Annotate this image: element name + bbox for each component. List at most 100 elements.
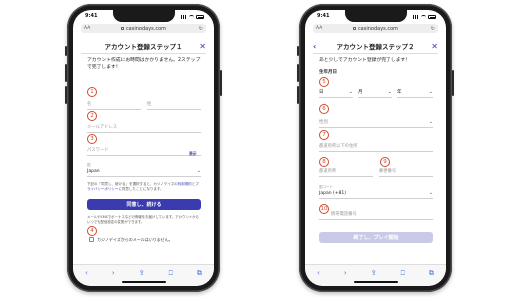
agree-continue-button[interactable]: 同意し、続ける (87, 199, 201, 210)
terms-link[interactable]: 利用規約 (178, 182, 192, 186)
first-name-placeholder: 名 (87, 102, 92, 107)
forward-icon[interactable]: › (344, 269, 347, 277)
prefecture-placeholder: 都道府県 (319, 169, 337, 174)
day-select[interactable]: 日 ⌄ (319, 84, 353, 98)
status-time: 9:41 (85, 13, 98, 19)
back-icon[interactable]: ‹ (317, 269, 320, 277)
bookmarks-icon[interactable]: ⎕ (401, 269, 405, 278)
password-field[interactable]: パスワード (87, 144, 201, 156)
share-icon[interactable]: ⇪ (371, 269, 377, 277)
year-value: 年 (397, 90, 402, 95)
home-indicator (121, 281, 166, 283)
country-code-select[interactable]: 国コード Japan (+81) ⌄ (319, 185, 433, 199)
marker-7: 7 (319, 130, 329, 140)
postal-code-placeholder: 郵便番号 (379, 169, 397, 174)
phone-screen: 9:41 AA casinodays.com ↻ ‹ アカウント登録ステップ２ … (305, 10, 446, 286)
reload-icon[interactable]: ↻ (199, 26, 203, 32)
day-value: 日 (319, 90, 324, 95)
close-icon[interactable]: ✕ (431, 42, 438, 51)
reload-icon[interactable]: ↻ (431, 26, 435, 32)
page-title: アカウント登録ステップ１ (104, 43, 183, 51)
finish-play-button[interactable]: 終了し、プレイ開始 (319, 232, 433, 243)
intro-text: あと少しでアカウント登録が完了します！ (319, 58, 410, 63)
chevron-down-icon: ⌄ (387, 89, 392, 95)
bookmarks-icon[interactable]: ⎕ (169, 269, 173, 278)
lock-icon (352, 27, 356, 30)
marker-2: 2 (87, 111, 97, 121)
month-select[interactable]: 月 ⌄ (358, 84, 392, 98)
chevron-down-icon: ⌄ (428, 89, 433, 95)
address-field[interactable]: 都道府県以下の住所 (319, 140, 433, 152)
country-code-label: 国コード (319, 185, 333, 189)
close-icon[interactable]: ✕ (199, 42, 206, 51)
share-icon[interactable]: ⇪ (139, 269, 145, 277)
home-indicator (353, 281, 398, 283)
phone-mockup-step2: 9:41 AA casinodays.com ↻ ‹ アカウント登録ステップ２ … (297, 4, 454, 292)
country-select[interactable]: 国 Japan ⌄ (87, 163, 201, 177)
marker-4: 4 (87, 226, 97, 236)
status-time: 9:41 (317, 13, 330, 19)
phone-placeholder: 携帯電話番号 (331, 212, 357, 217)
back-arrow-icon[interactable]: ‹ (313, 42, 316, 51)
gender-placeholder: 性別 (319, 120, 328, 125)
tabs-icon[interactable]: ⧉ (197, 269, 202, 278)
marketing-note: メールやSMSでボーナスなどの情報をお届けしています。アカウントからいつでも配信… (87, 215, 199, 224)
modal-header: アカウント登録ステップ１ ✕ (81, 40, 207, 52)
dob-label: 生年月日 (319, 70, 337, 75)
battery-icon (196, 15, 204, 19)
wifi-icon (421, 15, 426, 19)
country-code-value: Japan (+81) (319, 191, 346, 196)
marker-3: 3 (87, 134, 97, 144)
last-name-field[interactable]: 姓 (147, 98, 201, 110)
chevron-down-icon: ⌄ (428, 119, 433, 125)
signal-icon (413, 15, 419, 19)
postal-code-field[interactable]: 郵便番号 (379, 165, 433, 177)
signal-icon (181, 15, 187, 19)
reader-aa-button[interactable]: AA (316, 26, 322, 31)
email-placeholder: メールアドレス (87, 125, 118, 130)
email-optout-checkbox[interactable] (89, 237, 94, 242)
chevron-down-icon: ⌄ (428, 190, 433, 196)
terms-prefix: 下記の「同意し、続ける」を選択すると、カジノデイズの (87, 182, 178, 186)
reader-aa-button[interactable]: AA (84, 26, 90, 31)
forward-icon[interactable]: › (112, 269, 115, 277)
lock-icon (120, 27, 124, 30)
divider (313, 53, 438, 54)
url-text: casinodays.com (357, 25, 399, 32)
modal-header: ‹ アカウント登録ステップ２ ✕ (313, 40, 438, 52)
address-placeholder: 都道府県以下の住所 (319, 144, 358, 149)
page-title: アカウント登録ステップ２ (336, 43, 415, 51)
wifi-icon (189, 15, 194, 19)
terms-text: 下記の「同意し、続ける」を選択すると、カジノデイズの利用規約とプライバシーポリシ… (87, 182, 201, 192)
marker-6: 6 (319, 104, 329, 114)
chevron-down-icon: ⌄ (348, 89, 353, 95)
email-field[interactable]: メールアドレス (87, 121, 201, 133)
phone-screen: 9:41 AA casinodays.com ↻ アカウント登録ステップ１ ✕ … (73, 10, 214, 286)
status-bar: 9:41 (85, 13, 204, 21)
status-bar: 9:41 (317, 13, 436, 21)
address-bar[interactable]: AA casinodays.com ↻ (81, 24, 206, 33)
divider (81, 53, 206, 54)
phone-field[interactable]: 携帯電話番号 (319, 208, 433, 220)
password-placeholder: パスワード (87, 148, 109, 153)
country-label: 国 (87, 163, 91, 167)
battery-icon (428, 15, 436, 19)
address-bar[interactable]: AA casinodays.com ↻ (313, 24, 438, 33)
month-value: 月 (358, 90, 363, 95)
show-password-button[interactable]: 表示 (189, 151, 197, 157)
url-text: casinodays.com (125, 25, 167, 32)
marker-1: 1 (87, 87, 97, 97)
back-icon[interactable]: ‹ (85, 269, 88, 277)
intro-text: アカウント作成にお時間はかかりません。2ステップで完了します！ (87, 58, 201, 70)
email-optout-label: カジノデイズからのメールはいりません。 (97, 237, 173, 242)
first-name-field[interactable]: 名 (87, 98, 141, 110)
terms-suffix: に同意したことになります。 (118, 187, 164, 191)
last-name-placeholder: 姓 (147, 102, 152, 107)
year-select[interactable]: 年 ⌄ (397, 84, 433, 98)
prefecture-field[interactable]: 都道府県 (319, 165, 373, 177)
country-value: Japan (87, 169, 100, 174)
chevron-down-icon: ⌄ (196, 168, 201, 174)
tabs-icon[interactable]: ⧉ (429, 269, 434, 278)
phone-mockup-step1: 9:41 AA casinodays.com ↻ アカウント登録ステップ１ ✕ … (65, 4, 222, 292)
gender-select[interactable]: 性別 ⌄ (319, 114, 433, 128)
